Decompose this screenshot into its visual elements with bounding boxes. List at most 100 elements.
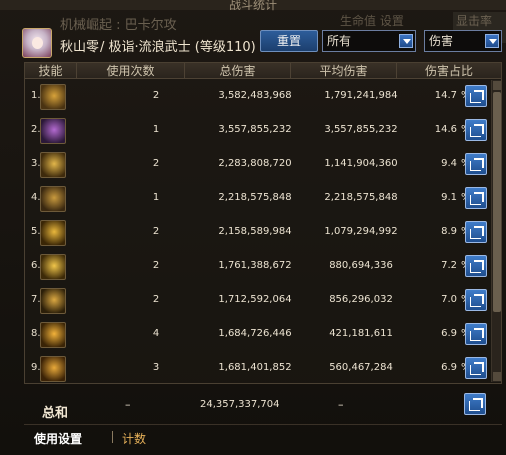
tab-divider: [112, 431, 113, 443]
metric-dropdown-value: 伤害: [429, 34, 454, 48]
skill-icon-purple-figure[interactable]: [40, 118, 66, 144]
total-uses: –: [125, 398, 131, 411]
uses-cell: 1: [152, 124, 160, 135]
uses-cell: 4: [152, 328, 160, 339]
column-header-skill[interactable]: 技能: [25, 63, 77, 79]
avg-damage-cell: 1,079,294,992: [324, 226, 398, 237]
total-damage-cell: 2,158,589,984: [218, 226, 292, 237]
table-row[interactable]: 7.21,712,592,064856,296,0327.0%: [25, 284, 491, 318]
damage-share-cell: 9.1: [441, 192, 457, 203]
scrollbar-thumb[interactable]: [493, 92, 501, 312]
row-index: 9.: [31, 362, 41, 373]
skill-icon-gold-slash[interactable]: [40, 84, 66, 110]
share-icon[interactable]: [465, 85, 487, 107]
table-row[interactable]: 5.22,158,589,9841,079,294,9928.9%: [25, 216, 491, 250]
window-titlebar[interactable]: 战斗统计: [0, 0, 506, 12]
total-damage: 24,357,337,704: [200, 399, 280, 410]
share-icon[interactable]: [465, 255, 487, 277]
damage-share-cell: 8.9: [441, 226, 457, 237]
share-icon[interactable]: [465, 323, 487, 345]
filter-dropdown-value: 所有: [327, 34, 352, 48]
total-damage-cell: 2,283,808,720: [218, 158, 292, 169]
total-damage-cell: 1,712,592,064: [218, 294, 292, 305]
total-label: 总和: [42, 406, 69, 421]
row-index: 1.: [31, 90, 41, 101]
avg-damage-cell: 856,296,032: [329, 294, 393, 305]
reset-button[interactable]: 重置: [260, 30, 318, 52]
damage-share-cell: 6.9: [441, 328, 457, 339]
total-damage-cell: 2,218,575,848: [218, 192, 292, 203]
total-avg: –: [338, 398, 344, 411]
avg-damage-cell: 1,141,904,360: [324, 158, 398, 169]
share-icon[interactable]: [464, 393, 486, 415]
row-index: 6.: [31, 260, 41, 271]
damage-share-cell: 7.2: [441, 260, 457, 271]
column-header-total-damage[interactable]: 总伤害: [185, 63, 291, 79]
metric-dropdown[interactable]: 伤害: [424, 30, 502, 52]
avg-damage-cell: 3,557,855,232: [324, 124, 398, 135]
table-row[interactable]: 6.21,761,388,672880,694,3367.2%: [25, 250, 491, 284]
row-index: 3.: [31, 158, 41, 169]
column-header-avg-damage[interactable]: 平均伤害: [291, 63, 397, 79]
table-row[interactable]: 3.22,283,808,7201,141,904,3609.4%: [25, 148, 491, 182]
row-index: 2.: [31, 124, 41, 135]
total-damage-cell: 3,582,483,968: [218, 90, 292, 101]
column-header-uses[interactable]: 使用次数: [77, 63, 185, 79]
uses-cell: 2: [152, 90, 160, 101]
share-icon[interactable]: [465, 357, 487, 379]
chevron-down-icon[interactable]: [485, 34, 499, 48]
skill-icon-gold-flame[interactable]: [40, 356, 66, 382]
skill-icon-gold-cross[interactable]: [40, 288, 66, 314]
total-damage-cell: 3,557,855,232: [218, 124, 292, 135]
filter-dropdown[interactable]: 所有: [322, 30, 416, 52]
row-index: 4.: [31, 192, 41, 203]
avg-damage-cell: 1,791,241,984: [324, 90, 398, 101]
share-icon[interactable]: [465, 289, 487, 311]
bottom-tabs: 使用设置 计数: [24, 424, 502, 448]
uses-cell: 2: [152, 158, 160, 169]
skill-icon-gold-wave[interactable]: [40, 152, 66, 178]
character-avatar: [22, 28, 52, 58]
table-row[interactable]: 1.23,582,483,9681,791,241,98414.7%: [25, 80, 491, 114]
uses-cell: 2: [152, 226, 160, 237]
uses-cell: 2: [152, 260, 160, 271]
scroll-down-button[interactable]: [493, 372, 501, 381]
column-header-damage-share[interactable]: 伤害占比: [397, 63, 501, 79]
table-row[interactable]: 9.31,681,401,852560,467,2846.9%: [25, 352, 491, 386]
uses-cell: 3: [152, 362, 160, 373]
uses-cell: 2: [152, 294, 160, 305]
scrollbar[interactable]: [491, 80, 501, 382]
skill-icon-gold-burst[interactable]: [40, 322, 66, 348]
skill-icon-gold-warrior[interactable]: [40, 186, 66, 212]
share-icon[interactable]: [465, 119, 487, 141]
character-name: 秋山零: [60, 40, 100, 55]
background-text: 生命值 设置: [340, 14, 404, 28]
table-row[interactable]: 4.12,218,575,8482,218,575,8489.1%: [25, 182, 491, 216]
skill-icon-gold-arc[interactable]: [40, 220, 66, 246]
character-class: / 极诣·流浪武士 (等级110): [100, 40, 256, 55]
tab-usage-settings[interactable]: 使用设置: [34, 430, 82, 447]
table-row[interactable]: 2.13,557,855,2323,557,855,23214.6%: [25, 114, 491, 148]
avg-damage-cell: 880,694,336: [329, 260, 393, 271]
damage-share-cell: 7.0: [441, 294, 457, 305]
skill-icon-gold-palm[interactable]: [40, 254, 66, 280]
scroll-up-button[interactable]: [493, 81, 501, 90]
avg-damage-cell: 421,181,611: [329, 328, 393, 339]
header: 机械崛起 : 巴卡尔攻 生命值 设置 显击率 10 秋山零 / 极诣·流浪武士 …: [0, 10, 506, 62]
damage-share-cell: 14.6: [434, 124, 457, 135]
combat-stats-window: 战斗统计 机械崛起 : 巴卡尔攻 生命值 设置 显击率 10 秋山零 / 极诣·…: [0, 0, 506, 455]
total-damage-cell: 1,681,401,852: [218, 362, 292, 373]
tab-count[interactable]: 计数: [122, 430, 146, 447]
share-icon[interactable]: [465, 187, 487, 209]
share-icon[interactable]: [465, 153, 487, 175]
row-index: 8.: [31, 328, 41, 339]
share-icon[interactable]: [465, 221, 487, 243]
avg-damage-cell: 2,218,575,848: [324, 192, 398, 203]
total-damage-cell: 1,684,726,446: [218, 328, 292, 339]
table-header: 技能 使用次数 总伤害 平均伤害 伤害占比: [25, 63, 501, 79]
uses-cell: 1: [152, 192, 160, 203]
table-row[interactable]: 8.41,684,726,446421,181,6116.9%: [25, 318, 491, 352]
chevron-down-icon[interactable]: [399, 34, 413, 48]
total-damage-cell: 1,761,388,672: [218, 260, 292, 271]
damage-share-cell: 9.4: [441, 158, 457, 169]
